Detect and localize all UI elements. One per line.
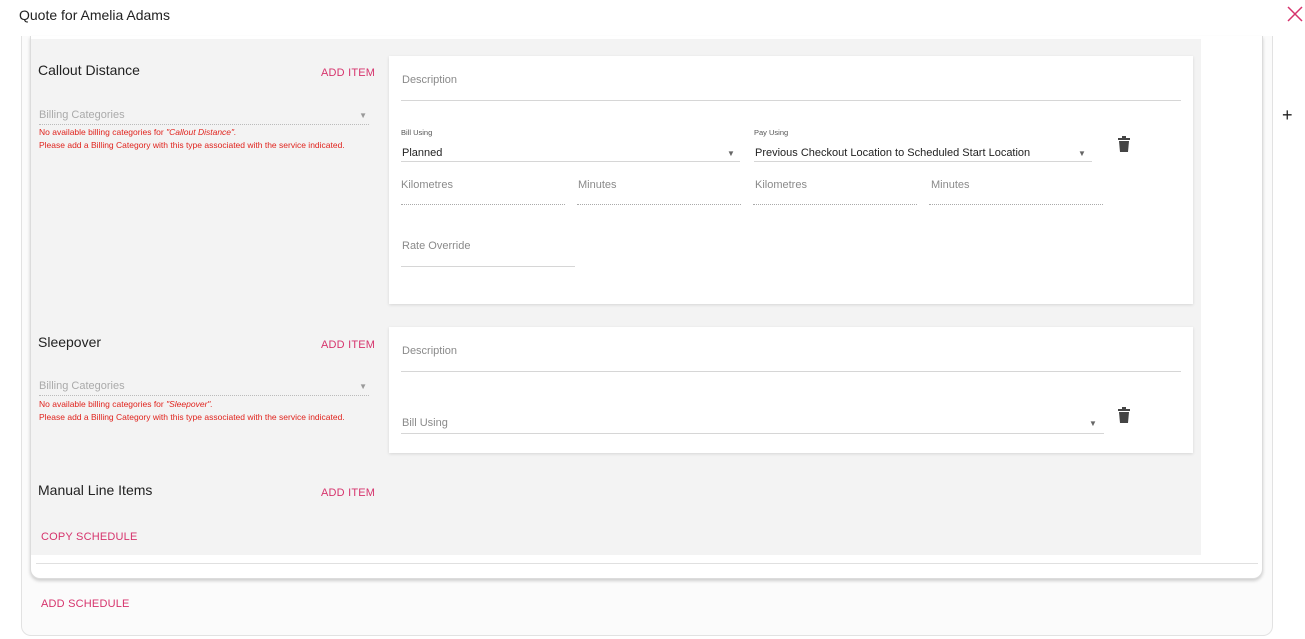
billing-categories-select-callout[interactable]: Billing Categories ▼ (39, 109, 369, 125)
bill-using-underline (401, 433, 1104, 434)
pay-kilometres-underline (753, 204, 917, 205)
billing-categories-placeholder: Billing Categories (39, 109, 125, 121)
bill-using-select[interactable]: Planned (402, 147, 442, 159)
add-item-button-manual[interactable]: ADD ITEM (321, 487, 375, 499)
rate-override-input[interactable]: Rate Override (402, 240, 470, 252)
caret-down-icon: ▼ (1078, 149, 1086, 158)
description-input-sleepover[interactable]: Description (402, 345, 457, 357)
bill-using-label: Bill Using (401, 128, 433, 137)
rate-override-underline (401, 266, 575, 267)
error-message: Please add a Billing Category with this … (39, 140, 345, 150)
pay-minutes-underline (929, 204, 1103, 205)
billing-categories-select-sleepover[interactable]: Billing Categories ▼ (39, 380, 369, 396)
quote-dialog: Quote for Amelia Adams + Callout Distanc… (0, 0, 1305, 639)
description-underline (401, 371, 1181, 372)
section-title-manual-line-items: Manual Line Items (38, 482, 153, 498)
copy-schedule-button[interactable]: COPY SCHEDULE (41, 531, 138, 543)
section-title-callout-distance: Callout Distance (38, 62, 140, 78)
caret-down-icon: ▼ (359, 382, 367, 391)
dialog-title: Quote for Amelia Adams (19, 7, 170, 23)
trash-icon[interactable] (1117, 407, 1131, 423)
bill-minutes-underline (577, 204, 741, 205)
caret-down-icon: ▼ (727, 149, 735, 158)
caret-down-icon: ▼ (1089, 419, 1097, 428)
plus-icon[interactable]: + (1282, 106, 1293, 124)
card-divider (36, 563, 1258, 564)
bill-minutes-input[interactable]: Minutes (578, 179, 617, 191)
bill-kilometres-input[interactable]: Kilometres (401, 179, 453, 191)
add-item-button-callout[interactable]: ADD ITEM (321, 67, 375, 79)
error-message: Please add a Billing Category with this … (39, 412, 345, 422)
pay-using-select[interactable]: Previous Checkout Location to Scheduled … (755, 147, 1030, 159)
pay-using-label: Pay Using (754, 128, 789, 137)
add-item-button-sleepover[interactable]: ADD ITEM (321, 339, 375, 351)
bill-kilometres-underline (401, 204, 565, 205)
close-icon[interactable] (1286, 5, 1304, 23)
bill-using-underline (401, 161, 740, 162)
bill-using-select-sleepover[interactable]: Bill Using (402, 417, 448, 429)
pay-minutes-input[interactable]: Minutes (931, 179, 970, 191)
trash-icon[interactable] (1117, 136, 1131, 152)
description-input-callout[interactable]: Description (402, 74, 457, 86)
caret-down-icon: ▼ (359, 111, 367, 120)
description-underline (401, 100, 1181, 101)
section-title-sleepover: Sleepover (38, 334, 102, 350)
add-schedule-button[interactable]: ADD SCHEDULE (41, 598, 130, 610)
billing-categories-placeholder: Billing Categories (39, 380, 125, 392)
error-type: "Callout Distance". (166, 127, 237, 137)
error-type: "Sleepover". (166, 399, 213, 409)
sleepover-item-card (389, 327, 1193, 453)
billing-error-sleepover: No available billing categories for "Sle… (39, 398, 369, 424)
error-prefix: No available billing categories for (39, 127, 167, 137)
pay-using-underline (754, 161, 1092, 162)
error-prefix: No available billing categories for (39, 399, 167, 409)
billing-error-callout: No available billing categories for "Cal… (39, 126, 369, 152)
pay-kilometres-input[interactable]: Kilometres (755, 179, 807, 191)
